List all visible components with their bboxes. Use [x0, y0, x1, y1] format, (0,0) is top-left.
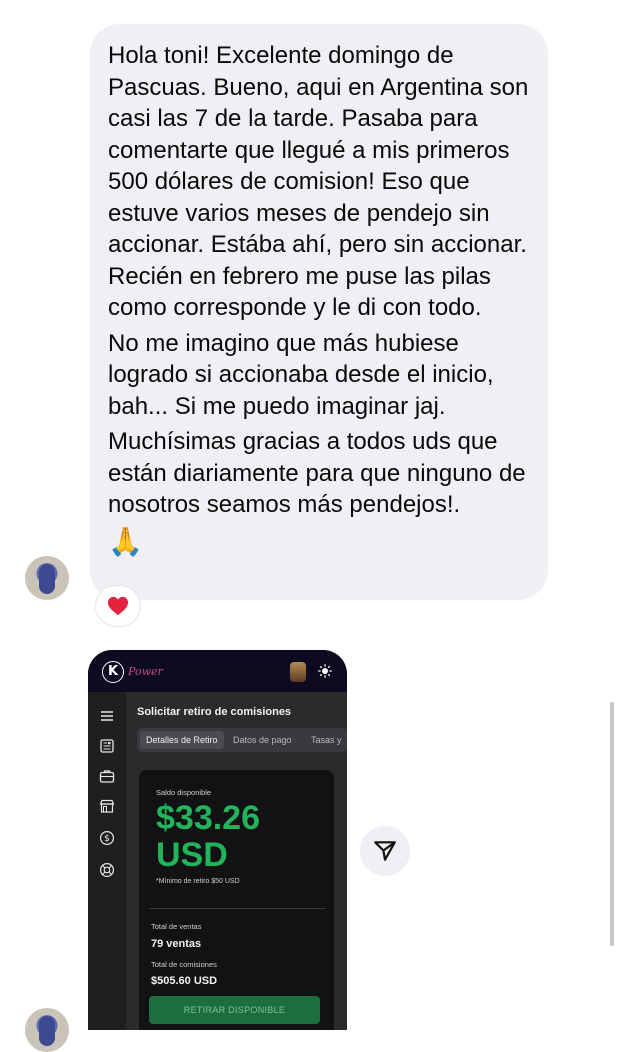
section-title: Solicitar retiro de comisiones: [137, 706, 292, 718]
balance-amount: $33.26 USD: [156, 800, 260, 874]
send-icon: [374, 841, 396, 861]
sender-avatar-bottom[interactable]: [25, 1008, 69, 1052]
total-sales-value: 79 ventas: [151, 938, 202, 950]
balance-currency: USD: [156, 836, 228, 874]
minimum-withdraw-note: *Mínimo de retiro $50 USD: [156, 878, 240, 885]
tab-rates[interactable]: Tasas y: [311, 728, 342, 752]
store-icon: [99, 799, 115, 813]
message-paragraph-2: No me imagino que más hubiese logrado si…: [108, 329, 494, 420]
svg-text:$: $: [104, 834, 110, 844]
message-paragraph-1: Hola toni! Excelente domingo de Pascuas.…: [108, 42, 529, 321]
sun-icon: [318, 664, 332, 678]
total-sales-label: Total de ventas: [151, 922, 202, 931]
heart-icon: [108, 596, 128, 616]
newspaper-icon: [100, 739, 114, 753]
tab-withdraw-details[interactable]: Detalles de Retiro: [140, 731, 224, 749]
k-logo-icon: K: [102, 661, 124, 683]
menu-icon: [101, 711, 113, 721]
divider: [149, 908, 326, 909]
withdraw-button[interactable]: RETIRAR DISPONIBLE: [149, 996, 320, 1024]
brand-name: Power: [128, 665, 163, 678]
sender-avatar[interactable]: [25, 556, 69, 600]
app-header: K Power: [88, 650, 347, 692]
side-rail: $: [88, 692, 127, 1030]
scrollbar[interactable]: [610, 702, 614, 946]
dollar-circle-icon: $: [99, 830, 115, 846]
briefcase-icon: [99, 770, 115, 783]
tab-bar: Detalles de Retiro Datos de pago Tasas y: [137, 728, 347, 752]
message-paragraph-3: Muchísimas gracias a todos uds que están…: [108, 428, 526, 518]
pray-emoji: 🙏: [108, 525, 143, 557]
balance-label: Saldo disponible: [156, 788, 212, 797]
balance-value: $33.26: [156, 799, 260, 837]
message-text: Hola toni! Excelente domingo de Pascuas.…: [108, 40, 538, 559]
total-commissions-value: $505.60 USD: [151, 975, 218, 987]
balance-card: Saldo disponible $33.26 USD *Mínimo de r…: [139, 770, 334, 1030]
tab-payment-data[interactable]: Datos de pago: [233, 728, 292, 752]
user-avatar: [290, 662, 306, 682]
withdraw-panel: Solicitar retiro de comisiones Detalles …: [126, 692, 347, 1030]
heart-reaction[interactable]: [96, 586, 140, 626]
lifebuoy-icon: [99, 862, 115, 878]
total-commissions-label: Total de comisiones: [151, 960, 217, 969]
shared-screenshot[interactable]: K Power $ Solicitar retiro de comisiones…: [88, 650, 347, 1030]
share-button[interactable]: [360, 826, 410, 876]
